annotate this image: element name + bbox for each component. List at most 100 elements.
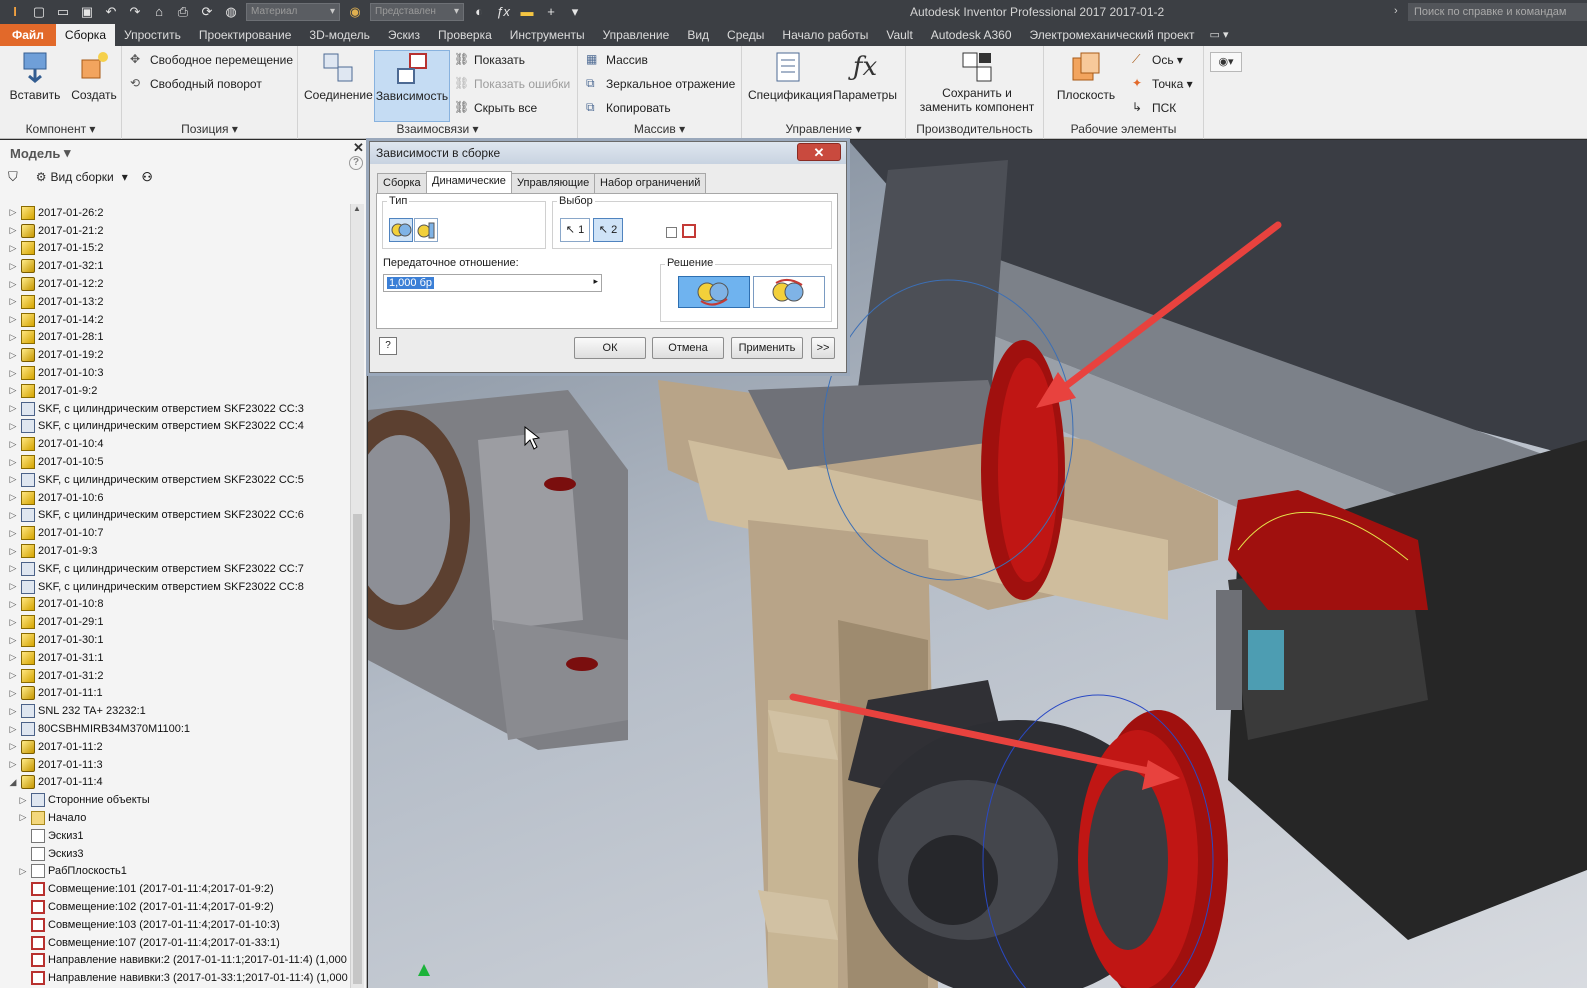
scroll-thumb[interactable]: [353, 514, 362, 984]
dialog-help-button[interactable]: ?: [379, 337, 397, 355]
expand-toggle-icon[interactable]: ▷: [8, 706, 18, 717]
tree-row[interactable]: ◢ 2017-01-11:4: [0, 774, 350, 792]
customize-qa-icon[interactable]: ▾: [566, 4, 584, 20]
rotation-translation-type-button[interactable]: [414, 218, 438, 242]
tab-constraint-set[interactable]: Набор ограничений: [594, 173, 707, 193]
tree-row[interactable]: ▷ 2017-01-19:2: [0, 346, 350, 364]
axis-button[interactable]: ⟋ Ось ▾: [1132, 52, 1183, 68]
print-icon[interactable]: ⎙: [174, 4, 192, 20]
tab-3d-model[interactable]: 3D-модель: [300, 24, 379, 46]
free-move-button[interactable]: ✥ Свободное перемещение: [130, 52, 293, 68]
expand-toggle-icon[interactable]: ▷: [8, 385, 18, 396]
tree-row[interactable]: ▷ 2017-01-13:2: [0, 293, 350, 311]
tab-electromechanical[interactable]: Электромеханический проект: [1021, 24, 1204, 46]
tree-row[interactable]: ▷ 2017-01-10:6: [0, 489, 350, 507]
expand-toggle-icon[interactable]: ▷: [18, 795, 28, 806]
tree-row[interactable]: ▷ SNL 232 TA+ 23232:1: [0, 702, 350, 720]
expand-toggle-icon[interactable]: ▷: [8, 439, 18, 450]
tree-row[interactable]: ▷ 2017-01-10:8: [0, 596, 350, 614]
solution-preview-checkbox[interactable]: [666, 227, 677, 238]
function-icon[interactable]: ƒx: [494, 4, 512, 20]
expand-toggle-icon[interactable]: ▷: [8, 314, 18, 325]
more-button[interactable]: >>: [811, 337, 835, 359]
tree-row[interactable]: Направление навивки:3 (2017-01-33:1;2017…: [0, 969, 350, 987]
ribbon-toggle-icon[interactable]: ▭ ▾: [1210, 24, 1229, 46]
tree-row[interactable]: Эскиз1: [0, 827, 350, 845]
tree-row[interactable]: ▷ 2017-01-28:1: [0, 329, 350, 347]
tab-file[interactable]: Файл: [0, 24, 56, 46]
tree-row[interactable]: Эскиз3: [0, 845, 350, 863]
expand-toggle-icon[interactable]: ◢: [8, 777, 18, 788]
help-icon[interactable]: ?: [349, 156, 363, 170]
expand-toggle-icon[interactable]: ▷: [8, 403, 18, 414]
tree-row[interactable]: ▷ SKF, с цилиндрическим отверстием SKF230…: [0, 418, 350, 436]
tab-a360[interactable]: Autodesk A360: [922, 24, 1021, 46]
tab-transitional[interactable]: Управляющие: [511, 173, 596, 193]
redo-icon[interactable]: ↷: [126, 4, 144, 20]
update-icon[interactable]: ⟳: [198, 4, 216, 20]
home-icon[interactable]: ⌂: [150, 4, 168, 20]
tree-row[interactable]: ▷ SKF, с цилиндрическим отверстием SKF230…: [0, 400, 350, 418]
expand-toggle-icon[interactable]: ▷: [8, 581, 18, 592]
plus-icon[interactable]: +: [542, 4, 560, 20]
tree-row[interactable]: ▷ SKF, с цилиндрическим отверстием SKF230…: [0, 578, 350, 596]
tab-manage[interactable]: Управление: [594, 24, 679, 46]
tree-row[interactable]: Направление навивки:2 (2017-01-11:1;2017…: [0, 951, 350, 969]
show-button[interactable]: ⛓ Показать: [454, 52, 525, 68]
expand-toggle-icon[interactable]: ▷: [8, 261, 18, 272]
clear-override-icon[interactable]: ◐: [470, 4, 488, 20]
plane-button[interactable]: Плоскость: [1050, 50, 1122, 102]
tree-row[interactable]: ▷ 2017-01-31:2: [0, 667, 350, 685]
tree-row[interactable]: ▷ Начало: [0, 809, 350, 827]
tab-assembly[interactable]: Сборка: [55, 24, 115, 46]
tab-motion[interactable]: Динамические: [426, 171, 512, 194]
expand-toggle-icon[interactable]: ▷: [18, 812, 28, 823]
tab-tools[interactable]: Инструменты: [501, 24, 594, 46]
pattern-button[interactable]: ▦ Массив: [586, 52, 648, 68]
tree-row[interactable]: ▷ 2017-01-30:1: [0, 631, 350, 649]
tree-row[interactable]: ▷ 2017-01-11:3: [0, 756, 350, 774]
tree-row[interactable]: ▷ 2017-01-31:1: [0, 649, 350, 667]
inventor-logo-icon[interactable]: I: [6, 4, 24, 20]
appearance-icon[interactable]: ◉: [346, 4, 364, 20]
tab-design[interactable]: Проектирование: [190, 24, 301, 46]
tree-row[interactable]: Совмещение:102 (2017-01-11:4;2017-01-9:2…: [0, 898, 350, 916]
expand-toggle-icon[interactable]: ▷: [8, 421, 18, 432]
show-sick-button[interactable]: ⛓ Показать ошибки: [454, 76, 570, 92]
undo-icon[interactable]: ↶: [102, 4, 120, 20]
create-button[interactable]: Создать: [68, 50, 120, 102]
selection-1-button[interactable]: ↖ 1: [560, 218, 590, 242]
material-combo[interactable]: Материал: [246, 3, 340, 21]
tab-sketch[interactable]: Эскиз: [379, 24, 429, 46]
open-icon[interactable]: ▭: [54, 4, 72, 20]
expand-toggle-icon[interactable]: ▷: [8, 350, 18, 361]
expand-toggle-icon[interactable]: ▷: [8, 492, 18, 503]
upper-sprocket[interactable]: [981, 340, 1065, 600]
apply-button[interactable]: Применить: [731, 337, 803, 359]
expand-toggle-icon[interactable]: ▷: [8, 670, 18, 681]
tab-simplify[interactable]: Упростить: [115, 24, 190, 46]
tree-row[interactable]: ▷ 2017-01-11:2: [0, 738, 350, 756]
expand-toggle-icon[interactable]: ▷: [8, 207, 18, 218]
ok-button[interactable]: ОК: [574, 337, 646, 359]
expand-toggle-icon[interactable]: ▷: [8, 332, 18, 343]
tree-row[interactable]: ▷ 2017-01-21:2: [0, 222, 350, 240]
joint-button[interactable]: Соединение: [304, 50, 373, 102]
expand-toggle-icon[interactable]: ▷: [8, 510, 18, 521]
expand-toggle-icon[interactable]: ▷: [8, 279, 18, 290]
expand-toggle-icon[interactable]: ▷: [8, 652, 18, 663]
group-component-label[interactable]: Компонент ▾: [0, 122, 121, 136]
expand-toggle-icon[interactable]: ▷: [8, 368, 18, 379]
tree-row[interactable]: ▷ 2017-01-9:3: [0, 542, 350, 560]
tree-row[interactable]: ▷ 2017-01-10:5: [0, 453, 350, 471]
expand-toggle-icon[interactable]: ▷: [8, 741, 18, 752]
forward-solution-button[interactable]: [678, 276, 750, 308]
tab-environments[interactable]: Среды: [718, 24, 773, 46]
binoculars-icon[interactable]: ⚇: [142, 170, 153, 184]
tab-vault[interactable]: Vault: [877, 24, 921, 46]
constrain-button[interactable]: Зависимость: [374, 50, 450, 122]
scroll-up-icon[interactable]: ▲: [353, 204, 361, 213]
copy-button[interactable]: ⧉ Копировать: [586, 100, 671, 116]
tree-row[interactable]: ▷ 2017-01-32:1: [0, 257, 350, 275]
color-icon[interactable]: ▬: [518, 4, 536, 20]
